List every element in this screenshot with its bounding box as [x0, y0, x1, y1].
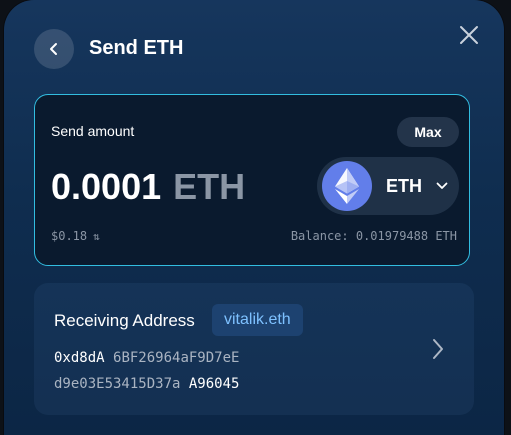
max-button[interactable]: Max	[397, 117, 459, 147]
page-title: Send ETH	[89, 37, 184, 59]
address-part: 0xd8dA	[54, 350, 105, 366]
chevron-right-icon	[431, 337, 445, 366]
send-amount-label: Send amount	[51, 123, 135, 139]
send-amount-card: Send amount Max 0.0001 ETH ETH $0.18 ⇅ B…	[34, 94, 470, 266]
fiat-amount: $0.18	[51, 229, 88, 243]
chevron-down-icon	[436, 182, 448, 190]
receiving-address-card[interactable]: Receiving Address vitalik.eth 0xd8dA 6BF…	[34, 283, 474, 415]
close-icon	[460, 26, 478, 44]
swap-icon[interactable]: ⇅	[93, 230, 100, 243]
ethereum-logo-icon	[322, 161, 372, 211]
amount-value: 0.0001	[51, 166, 162, 207]
chevron-left-icon	[50, 43, 57, 55]
fiat-value: $0.18 ⇅	[51, 229, 100, 243]
token-symbol: ETH	[386, 175, 422, 196]
send-modal: Send ETH Send amount Max 0.0001 ETH ETH	[4, 0, 504, 435]
token-selector[interactable]: ETH	[317, 157, 459, 215]
ens-name-badge: vitalik.eth	[212, 304, 303, 336]
address-line-2: d9e03E53415D37a A96045	[54, 375, 239, 393]
receiving-address-label: Receiving Address	[54, 311, 195, 330]
amount-unit: ETH	[173, 166, 246, 207]
address-part: d9e03E53415D37a	[54, 376, 181, 392]
back-button[interactable]	[34, 29, 74, 69]
close-button[interactable]	[454, 20, 484, 50]
address-part: A96045	[188, 376, 240, 392]
address-line-1: 0xd8dA 6BF26964aF9D7eE	[54, 349, 239, 367]
balance-text: Balance: 0.01979488 ETH	[290, 229, 457, 243]
amount-input[interactable]: 0.0001 ETH	[51, 165, 245, 209]
address-part: 6BF26964aF9D7eE	[113, 350, 240, 366]
